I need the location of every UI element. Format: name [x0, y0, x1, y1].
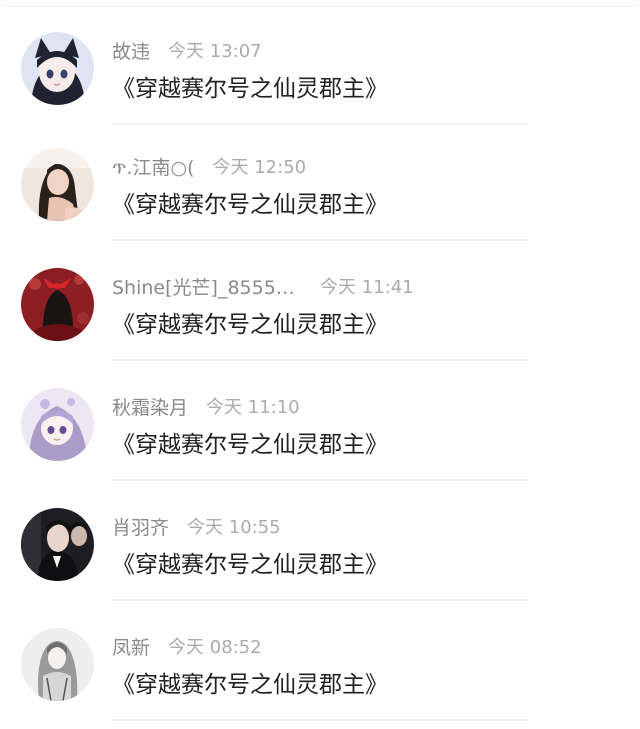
divider [112, 719, 528, 721]
avatar[interactable] [21, 268, 94, 341]
timestamp: 今天 12:50 [212, 157, 307, 178]
avatar[interactable] [21, 508, 94, 581]
avatar[interactable] [21, 32, 94, 105]
comment-text: 《穿越赛尔号之仙灵郡主》 [112, 192, 388, 218]
username[interactable]: 秋霜染月 [112, 393, 188, 420]
username[interactable]: Shine[光芒]_85551... [112, 273, 302, 300]
username[interactable]: 凤新 [112, 633, 150, 660]
timestamp: 今天 08:52 [168, 637, 262, 658]
avatar[interactable] [21, 148, 94, 221]
comment-item[interactable]: ጥ.江南○( 今天 12:50 《穿越赛尔号之仙灵郡主》 [0, 120, 640, 241]
comment-text: 《穿越赛尔号之仙灵郡主》 [112, 312, 388, 338]
avatar[interactable] [21, 388, 94, 461]
avatar[interactable] [21, 628, 94, 701]
timestamp: 今天 13:07 [168, 41, 262, 62]
comment-text: 《穿越赛尔号之仙灵郡主》 [112, 552, 388, 578]
comment-item[interactable]: Shine[光芒]_85551... 今天 11:41 《穿越赛尔号之仙灵郡主》 [0, 240, 640, 361]
comment-item[interactable]: 凤新 今天 08:52 《穿越赛尔号之仙灵郡主》 [0, 600, 640, 721]
comment-list: 故违 今天 13:07 《穿越赛尔号之仙灵郡主》 ጥ.江南○( 今天 12:50… [0, 0, 640, 729]
comment-item[interactable]: 故违 今天 13:07 《穿越赛尔号之仙灵郡主》 [0, 4, 640, 125]
timestamp: 今天 10:55 [187, 517, 281, 538]
username[interactable]: 肖羽齐 [112, 513, 169, 540]
timestamp: 今天 11:10 [206, 397, 300, 418]
comment-item[interactable]: 肖羽齐 今天 10:55 《穿越赛尔号之仙灵郡主》 [0, 480, 640, 601]
comment-text: 《穿越赛尔号之仙灵郡主》 [112, 432, 388, 458]
comment-text: 《穿越赛尔号之仙灵郡主》 [112, 76, 388, 102]
comment-item[interactable]: 秋霜染月 今天 11:10 《穿越赛尔号之仙灵郡主》 [0, 360, 640, 481]
username[interactable]: ጥ.江南○( [112, 153, 195, 180]
comment-text: 《穿越赛尔号之仙灵郡主》 [112, 672, 388, 698]
timestamp: 今天 11:41 [320, 277, 414, 298]
username[interactable]: 故违 [112, 37, 150, 64]
